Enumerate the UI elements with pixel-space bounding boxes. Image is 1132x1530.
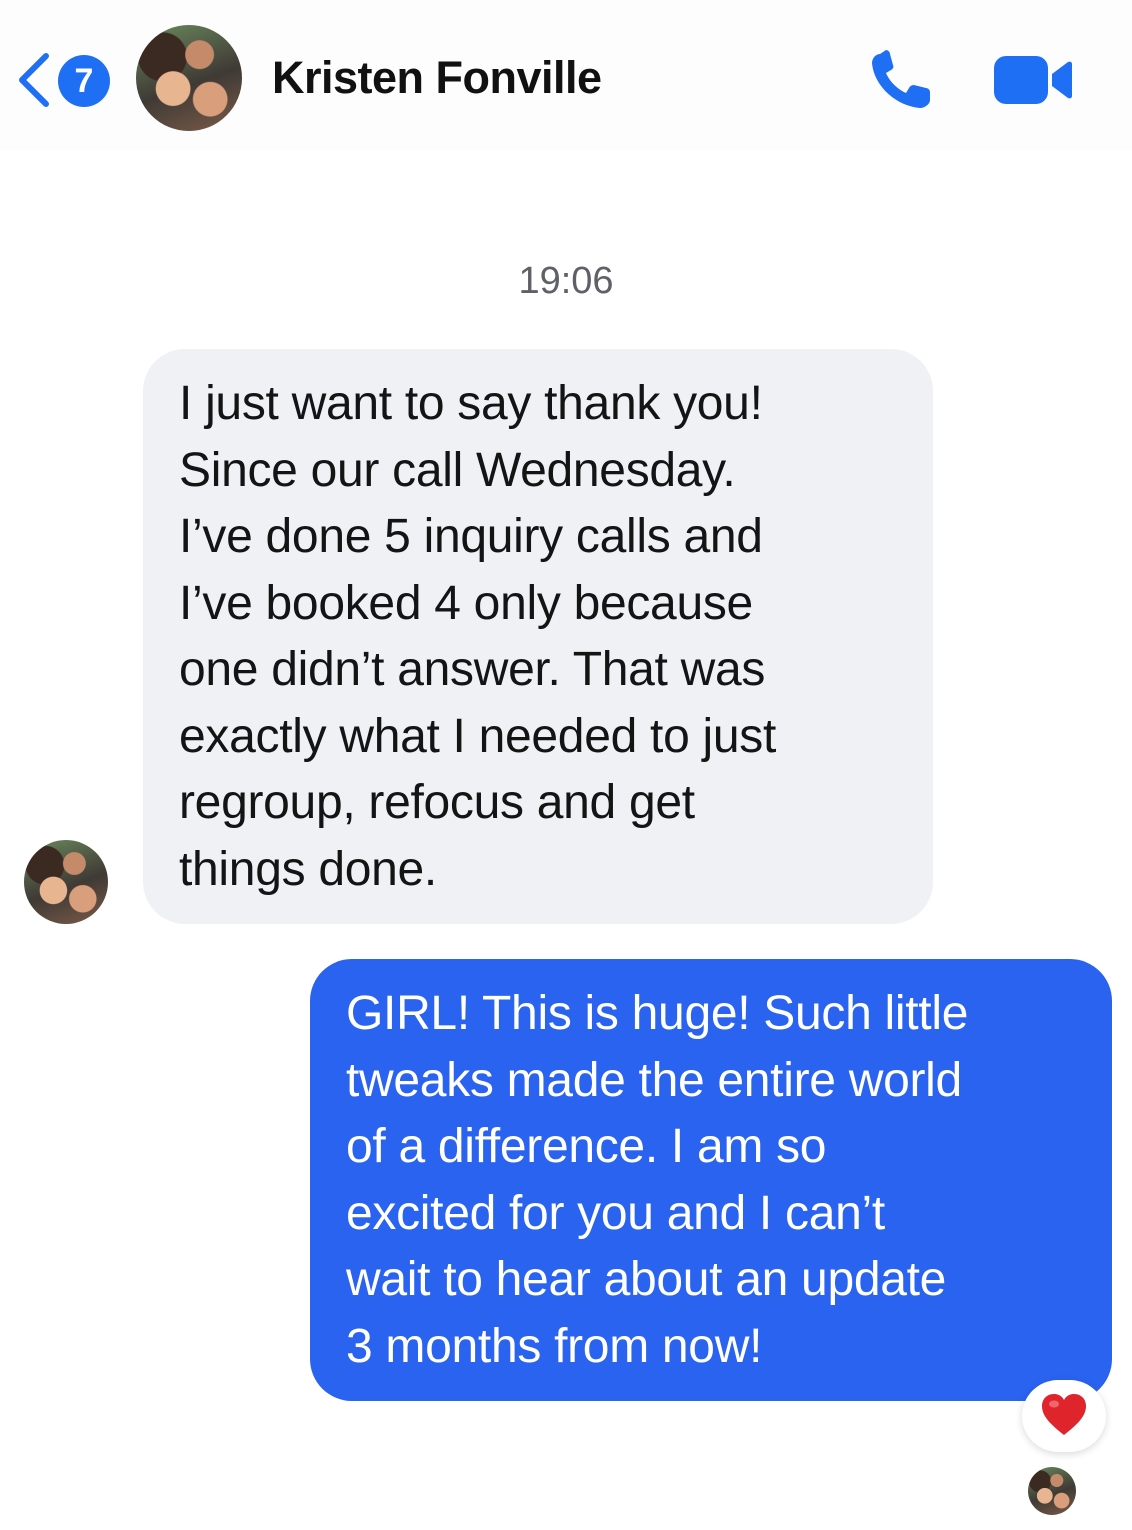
back-button[interactable]: 7 bbox=[14, 52, 112, 108]
message-timestamp: 19:06 bbox=[518, 260, 614, 302]
sent-message-bubble[interactable]: GIRL! This is huge! Such little tweaks m… bbox=[310, 959, 1112, 1401]
phone-icon bbox=[872, 50, 930, 108]
video-camera-icon bbox=[994, 56, 1072, 104]
chevron-left-icon bbox=[19, 53, 49, 107]
message-reaction[interactable] bbox=[1022, 1380, 1106, 1452]
sender-avatar[interactable] bbox=[24, 840, 108, 924]
video-call-button[interactable] bbox=[992, 54, 1074, 106]
contact-name[interactable]: Kristen Fonville bbox=[272, 52, 602, 104]
contact-avatar[interactable] bbox=[136, 25, 242, 131]
unread-count-badge: 7 bbox=[58, 55, 110, 107]
voice-call-button[interactable] bbox=[866, 48, 938, 112]
seen-receipt-avatar bbox=[1028, 1467, 1076, 1515]
chat-header: 7 Kristen Fonville bbox=[0, 0, 1132, 150]
heart-icon bbox=[1042, 1394, 1086, 1435]
received-message-bubble[interactable]: I just want to say thank you! Since our … bbox=[143, 349, 933, 924]
